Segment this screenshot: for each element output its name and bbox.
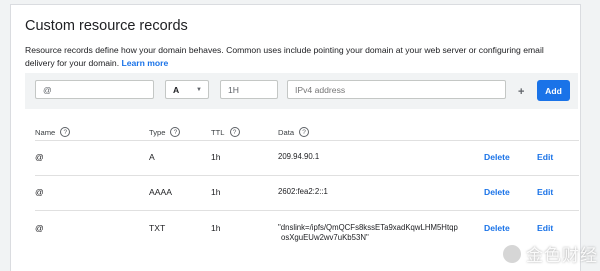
- row-3-data: "dnslink=/ipfs/QmQCFs8kssETa9xadKqwLHM5H…: [278, 223, 458, 243]
- column-header-type: Type ?: [149, 127, 181, 137]
- custom-records-card: Custom resource records Resource records…: [10, 4, 581, 271]
- row-1-type: A: [149, 152, 155, 162]
- row-2-data: 2602:fea2:2::1: [278, 187, 328, 196]
- row-1-ttl: 1h: [211, 152, 221, 162]
- section-title: Custom resource records: [25, 18, 188, 34]
- row-3-data-line-1: "dnslink=/ipfs/QmQCFs8kssETa9xadKqwLHM5H…: [278, 223, 458, 232]
- column-header-name-label: Name: [35, 127, 56, 137]
- ttl-field[interactable]: [220, 80, 278, 99]
- column-header-name: Name ?: [35, 127, 71, 137]
- data-field[interactable]: [287, 80, 506, 99]
- name-input[interactable]: [43, 81, 153, 98]
- row-3-data-line-2: osXguEUw2wv7uKb53N": [281, 233, 369, 242]
- chevron-down-icon: ▼: [196, 86, 202, 93]
- row-2-name: @: [35, 187, 44, 197]
- data-input[interactable]: [295, 81, 505, 98]
- type-select-value: A: [173, 84, 180, 95]
- add-record-form: A ▼ + Add: [25, 73, 578, 109]
- section-description: Resource records define how your domain …: [25, 44, 565, 69]
- row-3-type: TXT: [149, 223, 166, 233]
- row-2-ttl: 1h: [211, 187, 221, 197]
- row-2-edit-link[interactable]: Edit: [537, 187, 553, 197]
- column-header-data-label: Data: [278, 127, 295, 137]
- watermark: 金色财经: [501, 241, 598, 266]
- divider: [35, 140, 579, 141]
- column-header-ttl-label: TTL: [211, 127, 225, 137]
- help-icon[interactable]: ?: [299, 127, 310, 137]
- help-icon[interactable]: ?: [60, 127, 71, 137]
- learn-more-link[interactable]: Learn more: [122, 58, 169, 68]
- row-1-delete-link[interactable]: Delete: [484, 152, 510, 162]
- row-1-edit-link[interactable]: Edit: [537, 152, 553, 162]
- column-header-type-label: Type: [149, 127, 166, 137]
- watermark-logo-icon: [501, 242, 523, 265]
- row-2-delete-link[interactable]: Delete: [484, 187, 510, 197]
- row-2-type: AAAA: [149, 187, 172, 197]
- add-record-button[interactable]: Add: [537, 80, 570, 101]
- divider: [35, 175, 579, 176]
- description-text: Resource records define how your domain …: [25, 45, 544, 68]
- divider: [35, 210, 579, 211]
- add-data-plus-icon[interactable]: +: [518, 86, 524, 98]
- row-3-edit-link[interactable]: Edit: [537, 223, 553, 233]
- help-icon[interactable]: ?: [229, 127, 240, 137]
- row-3-delete-link[interactable]: Delete: [484, 223, 510, 233]
- help-icon[interactable]: ?: [170, 127, 181, 137]
- column-header-ttl: TTL ?: [211, 127, 240, 137]
- name-field[interactable]: [35, 80, 154, 99]
- row-3-name: @: [35, 223, 44, 233]
- column-header-data: Data ?: [278, 127, 310, 137]
- type-select[interactable]: A ▼: [165, 80, 209, 99]
- row-3-ttl: 1h: [211, 223, 221, 233]
- row-1-name: @: [35, 152, 44, 162]
- ttl-input[interactable]: [228, 81, 277, 98]
- watermark-text: 金色财经: [526, 246, 598, 266]
- row-1-data: 209.94.90.1: [278, 152, 320, 161]
